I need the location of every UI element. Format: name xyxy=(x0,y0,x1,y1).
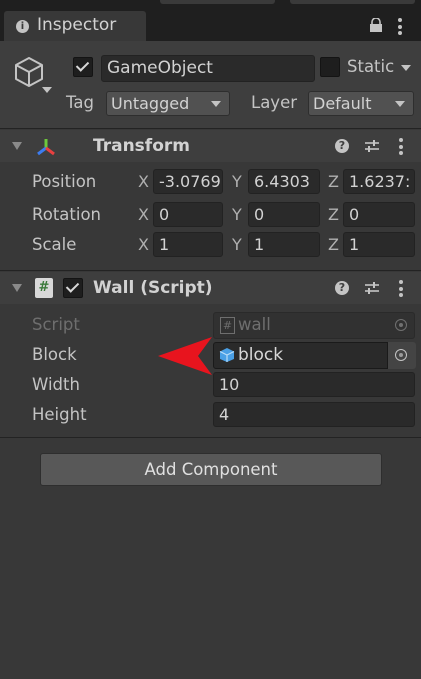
transform-foldout-arrow[interactable] xyxy=(12,142,22,150)
component-menu-icon[interactable] xyxy=(399,138,403,158)
tab-strip-edge xyxy=(290,0,415,4)
transform-header[interactable]: Transform ? xyxy=(0,130,421,162)
tag-dropdown-value: Untagged xyxy=(111,94,190,113)
gameobject-cube-icon[interactable] xyxy=(12,55,46,89)
axis-y-label[interactable]: Y xyxy=(232,235,242,254)
wall-foldout-arrow[interactable] xyxy=(12,284,22,292)
position-label: Position xyxy=(32,172,97,191)
axis-x-label[interactable]: X xyxy=(138,235,149,254)
gameobject-name-field[interactable]: GameObject xyxy=(101,55,315,82)
divider xyxy=(0,128,421,129)
tab-strip-edge xyxy=(160,0,275,4)
position-x-field[interactable]: -3.0769 xyxy=(153,169,223,194)
layer-dropdown[interactable]: Default xyxy=(308,91,414,116)
layer-label: Layer xyxy=(251,93,298,112)
rotation-y-field[interactable]: 0 xyxy=(248,202,320,227)
transform-axes-icon xyxy=(37,139,55,156)
axis-y-label[interactable]: Y xyxy=(232,172,242,191)
axis-x-label[interactable]: X xyxy=(138,172,149,191)
wall-script-title: Wall (Script) xyxy=(93,278,213,298)
transform-title: Transform xyxy=(93,136,190,156)
red-arrow-icon xyxy=(158,337,212,375)
position-z-field[interactable]: 1.6237: xyxy=(343,169,415,194)
component-menu-icon[interactable] xyxy=(399,280,403,300)
rotation-label: Rotation xyxy=(32,205,102,224)
lock-icon[interactable] xyxy=(369,18,383,32)
layer-dropdown-value: Default xyxy=(313,94,372,113)
tag-dropdown[interactable]: Untagged xyxy=(106,91,230,116)
prefab-cube-icon xyxy=(219,348,235,362)
info-icon: i xyxy=(16,20,29,33)
object-picker-icon xyxy=(395,349,407,361)
block-value: block xyxy=(238,345,284,365)
static-checkbox[interactable] xyxy=(320,57,340,77)
axis-y-label[interactable]: Y xyxy=(232,205,242,224)
icon-dropdown-arrow[interactable] xyxy=(42,87,52,93)
presets-sliders-icon[interactable] xyxy=(364,139,380,153)
tab-menu-icon[interactable] xyxy=(398,18,402,38)
script-file-icon: # xyxy=(220,317,235,334)
chevron-down-icon xyxy=(395,101,405,107)
gameobject-header: GameObject Static Tag Untagged Layer Def… xyxy=(0,41,421,128)
height-label: Height xyxy=(32,405,87,424)
block-object-field[interactable]: block xyxy=(213,342,416,369)
axis-z-label[interactable]: Z xyxy=(328,235,339,254)
static-dropdown-arrow[interactable] xyxy=(401,65,411,71)
help-icon[interactable]: ? xyxy=(335,281,349,295)
block-picker-button[interactable] xyxy=(387,342,416,369)
wall-enabled-checkbox[interactable] xyxy=(63,278,83,298)
position-y-field[interactable]: 6.4303 xyxy=(248,169,320,194)
add-component-button[interactable]: Add Component xyxy=(40,453,382,486)
height-field[interactable]: 4 xyxy=(213,402,415,427)
width-field[interactable]: 10 xyxy=(213,372,415,397)
tab-bar: i Inspector xyxy=(0,0,421,41)
axis-z-label[interactable]: Z xyxy=(328,205,339,224)
gameobject-active-checkbox[interactable] xyxy=(73,57,93,77)
axis-x-label[interactable]: X xyxy=(138,205,149,224)
scale-y-field[interactable]: 1 xyxy=(248,232,320,257)
divider xyxy=(0,437,421,438)
axis-z-label[interactable]: Z xyxy=(328,172,339,191)
script-object-field: # wall xyxy=(213,312,415,339)
chevron-down-icon xyxy=(211,101,221,107)
tab-inspector-label: Inspector xyxy=(37,15,117,35)
script-value: wall xyxy=(238,315,271,334)
scale-x-field[interactable]: 1 xyxy=(153,232,223,257)
tab-inspector[interactable]: i Inspector xyxy=(4,11,146,41)
wall-script-header[interactable]: # Wall (Script) ? xyxy=(0,272,421,304)
help-icon[interactable]: ? xyxy=(335,139,349,153)
rotation-z-field[interactable]: 0 xyxy=(343,202,415,227)
script-label: Script xyxy=(32,315,80,334)
tag-label: Tag xyxy=(66,93,94,112)
divider xyxy=(0,270,421,271)
scale-z-field[interactable]: 1 xyxy=(343,232,415,257)
static-label: Static xyxy=(347,57,395,76)
object-picker-icon xyxy=(395,319,407,331)
scale-label: Scale xyxy=(32,235,77,254)
width-label: Width xyxy=(32,375,80,394)
block-label: Block xyxy=(32,345,77,364)
presets-sliders-icon[interactable] xyxy=(364,281,380,295)
rotation-x-field[interactable]: 0 xyxy=(153,202,223,227)
csharp-script-icon: # xyxy=(35,278,53,298)
